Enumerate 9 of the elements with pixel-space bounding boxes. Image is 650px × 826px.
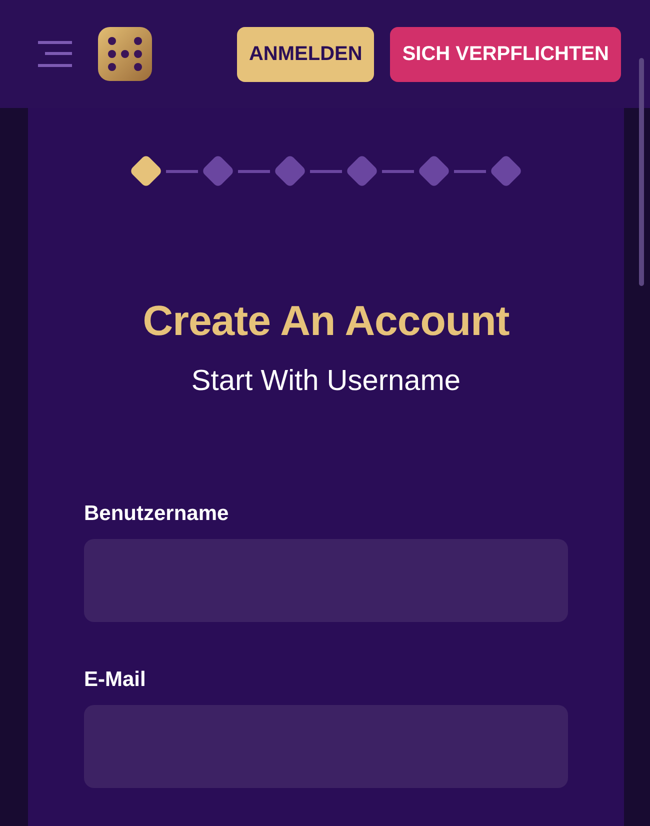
dice-logo-icon[interactable]: [98, 27, 152, 81]
field-label: Benutzername: [84, 502, 230, 526]
login-button[interactable]: ANMELDEN: [236, 26, 374, 82]
signup-button[interactable]: SICH VERPFLICHTEN: [390, 26, 621, 82]
field-label: E-Mail: [84, 668, 147, 692]
scrollbar[interactable]: [639, 58, 644, 286]
page-title: Create An Account: [142, 296, 510, 346]
menu-icon[interactable]: [38, 41, 72, 67]
page-subtitle: Start With Username: [190, 364, 462, 399]
